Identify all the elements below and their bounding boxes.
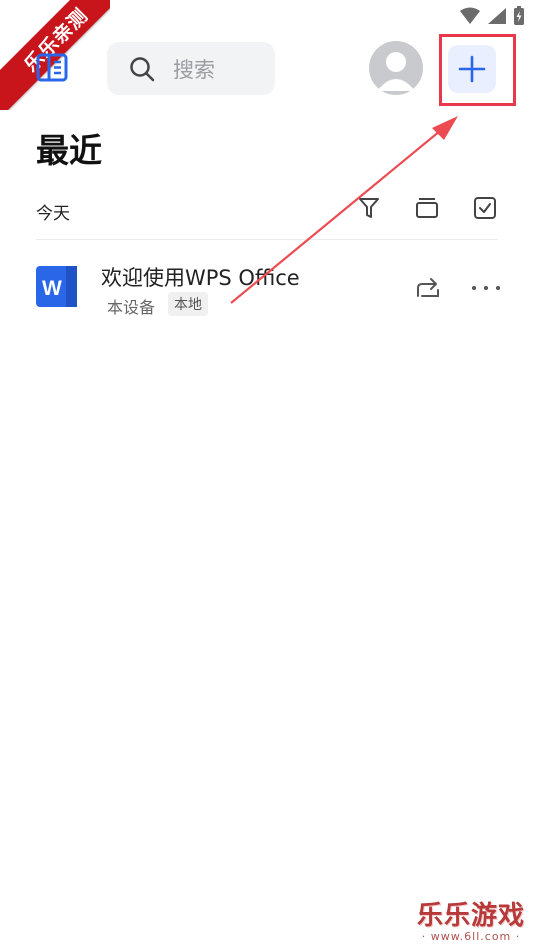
avatar[interactable]: [369, 41, 423, 95]
section-divider: [36, 239, 498, 240]
page-title: 最近: [36, 131, 102, 170]
more-dot: [472, 286, 476, 290]
watermark-site-url: · www.6ll.com ·: [421, 930, 521, 943]
signal-icon: [487, 7, 507, 29]
search-placeholder: 搜索: [173, 57, 215, 82]
more-dot: [484, 286, 488, 290]
file-storage-tag: 本地: [168, 292, 208, 316]
watermark-site-name: 乐乐游戏: [416, 901, 525, 931]
watermark-logo: 乐乐游戏 · www.6ll.com ·: [417, 895, 525, 943]
sidebar-toggle-button[interactable]: [36, 53, 70, 83]
more-options-button[interactable]: [472, 276, 500, 300]
share-icon: [417, 278, 439, 297]
section-label-today: 今天: [36, 204, 70, 224]
sidebar-icon: [36, 53, 68, 82]
word-doc-icon: W: [36, 266, 77, 307]
file-name: 欢迎使用WPS Office: [101, 266, 300, 290]
search-input[interactable]: 搜索: [107, 42, 275, 95]
wifi-icon: [459, 7, 481, 29]
checkbox-icon: [474, 197, 496, 219]
file-list-item[interactable]: W 欢迎使用WPS Office 本设备 本地: [36, 252, 500, 318]
multi-select-button[interactable]: [472, 195, 498, 221]
search-icon: [130, 56, 155, 81]
battery-icon: [513, 6, 525, 30]
user-avatar-icon: [377, 52, 415, 91]
annotation-highlight-box: [439, 34, 516, 106]
more-dot: [496, 286, 500, 290]
filter-button[interactable]: [356, 195, 382, 221]
window-view-icon: [416, 198, 438, 218]
svg-text:W: W: [42, 277, 62, 300]
file-location: 本设备: [107, 298, 156, 317]
share-button[interactable]: [414, 276, 442, 300]
view-mode-button[interactable]: [414, 195, 440, 221]
section-header: 今天: [36, 195, 498, 225]
filter-icon: [359, 198, 379, 218]
